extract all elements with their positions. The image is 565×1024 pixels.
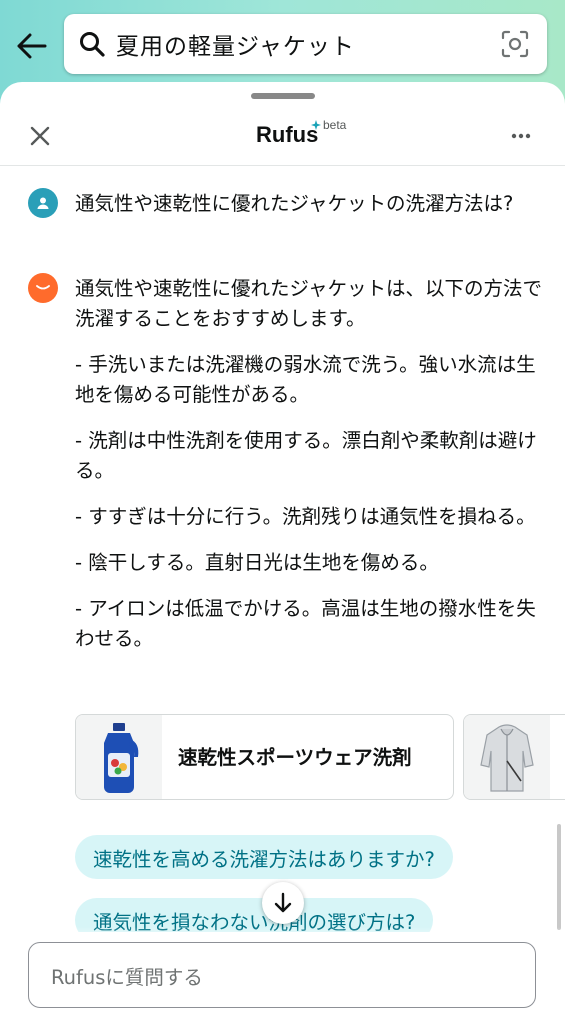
composer-area: Rufusに質問する — [0, 932, 565, 1024]
rufus-answer: 通気性や速乾性に優れたジャケットは、以下の方法で洗濯することをおすすめします。 … — [75, 274, 545, 670]
search-query[interactable]: 夏用の軽量ジャケット — [116, 27, 499, 61]
answer-paragraph: - 手洗いまたは洗濯機の弱水流で洗う。強い水流は生地を傷める可能性がある。 — [75, 353, 536, 406]
jacket-icon — [464, 715, 550, 799]
beta-badge: beta — [323, 118, 347, 132]
rufus-logo-text: Rufus — [256, 122, 319, 147]
ask-rufus-input[interactable]: Rufusに質問する — [28, 942, 536, 1008]
product-card[interactable]: 速乾性スポーツウェア洗剤 — [75, 714, 454, 800]
answer-paragraph: - アイロンは低温でかける。高温は生地の撥水性を失わせる。 — [75, 597, 536, 650]
suggestion-chip[interactable]: 速乾性を高める洗濯方法はありますか? — [75, 835, 453, 879]
more-options-icon[interactable] — [505, 122, 537, 150]
rufus-avatar-icon — [28, 273, 58, 303]
answer-paragraph: 通気性や速乾性に優れたジャケットは、以下の方法で洗濯することをおすすめします。 — [75, 277, 543, 330]
top-search-bar: 夏用の軽量ジャケット — [0, 0, 565, 90]
scrollbar[interactable] — [557, 824, 561, 930]
search-field[interactable]: 夏用の軽量ジャケット — [64, 14, 547, 74]
camera-search-icon[interactable] — [499, 28, 531, 60]
product-title: 速乾性スポーツウェア洗剤 — [178, 746, 412, 769]
user-question: 通気性や速乾性に優れたジャケットの洗濯方法は? — [75, 192, 514, 215]
close-icon[interactable] — [24, 120, 56, 152]
search-icon — [78, 30, 106, 58]
answer-paragraph: - 陰干しする。直射日光は生地を傷める。 — [75, 551, 439, 574]
answer-paragraph: - すすぎは十分に行う。洗剤残りは通気性を損ねる。 — [75, 505, 536, 528]
product-card[interactable] — [463, 714, 565, 800]
scroll-down-arrow-icon[interactable] — [262, 882, 304, 924]
chat-header: Rufus beta — [0, 104, 565, 166]
detergent-bottle-icon — [76, 715, 162, 799]
rufus-chat-panel: Rufus beta 通気性や速乾性に優れたジャケットの洗濯方法は? 通気性や速… — [0, 82, 565, 1024]
answer-paragraph: - 洗剤は中性洗剤を使用する。漂白剤や柔軟剤は避ける。 — [75, 429, 537, 482]
back-arrow-icon[interactable] — [14, 28, 50, 64]
user-avatar-icon — [28, 188, 58, 218]
drag-handle[interactable] — [251, 93, 315, 99]
sparkle-icon — [311, 120, 321, 130]
